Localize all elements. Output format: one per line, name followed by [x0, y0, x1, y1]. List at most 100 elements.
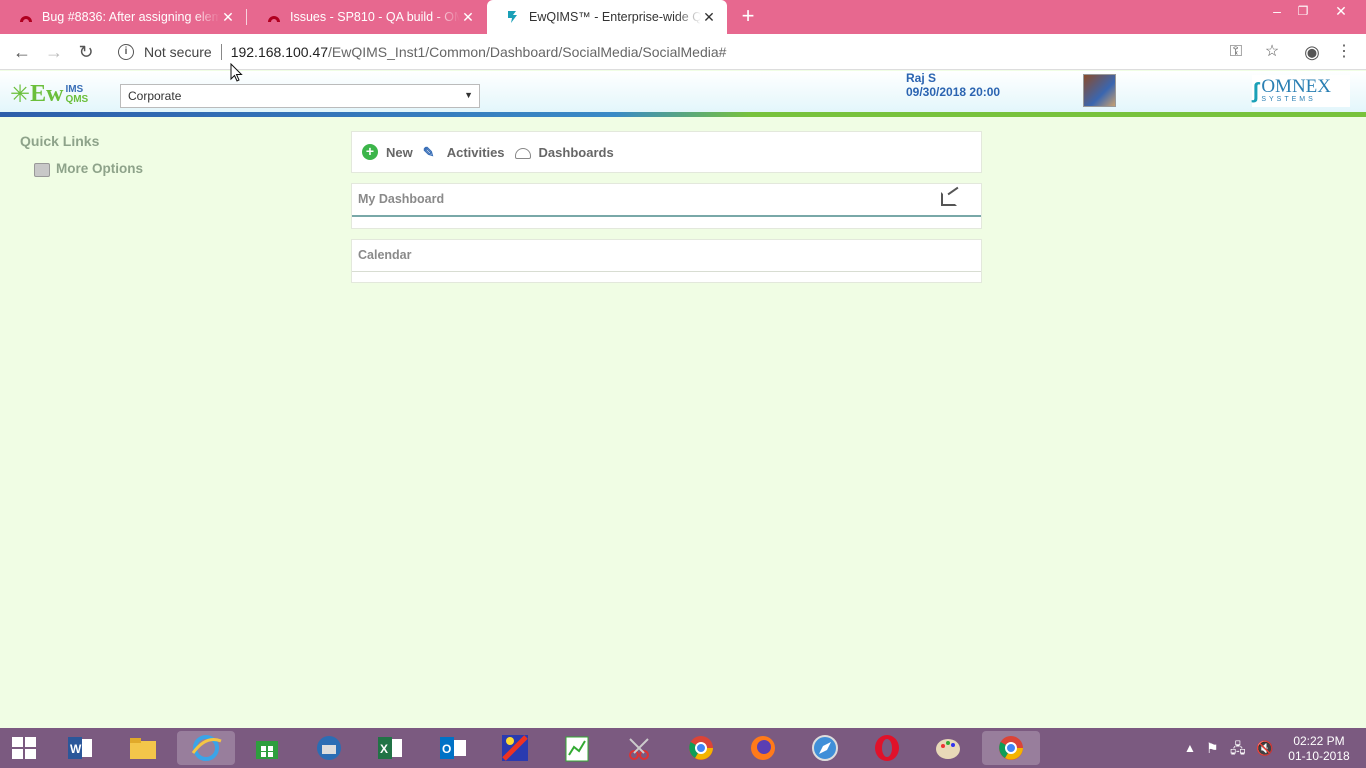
svg-text:O: O [442, 742, 451, 756]
svg-text:X: X [380, 742, 388, 756]
taskbar-clock[interactable]: 02:22 PM 01-10-2018 [1284, 734, 1354, 764]
browser-toolbar: ← → ↻ i Not secure 192.168.100.47/EwQIMS… [0, 34, 1366, 70]
close-window-button[interactable]: ✕ [1318, 0, 1364, 30]
printer-icon [34, 163, 50, 177]
url-separator [220, 44, 222, 60]
user-datetime: 09/30/2018 20:00 [906, 85, 1001, 99]
new-label: New [386, 144, 413, 160]
paint-palette-icon[interactable] [932, 731, 966, 765]
url-path: /EwQIMS_Inst1/Common/Dashboard/SocialMed… [328, 44, 727, 60]
calendar-title: Calendar [358, 248, 412, 262]
new-tab-button[interactable]: + [737, 5, 759, 28]
clock-date: 01-10-2018 [1288, 749, 1350, 763]
quick-links-title: Quick Links [20, 133, 100, 149]
close-icon[interactable]: ✕ [701, 9, 717, 26]
omnex-favicon [508, 11, 517, 23]
windows-taskbar: W X O ▲ ⚑ 🖧 🔇 02:22 PM 01-10-2018 [0, 728, 1366, 768]
clock-time: 02:22 PM [1293, 734, 1345, 748]
firefox-icon[interactable] [746, 731, 780, 765]
opera-icon[interactable] [870, 731, 904, 765]
more-options-label: More Options [56, 160, 143, 176]
brand-sub: SYSTEMS [1261, 96, 1316, 103]
my-dashboard-header: My Dashboard [352, 184, 981, 215]
brand-name: OMNEX [1261, 76, 1331, 97]
omnex-mark-icon: ʃ [1252, 78, 1260, 103]
logo-text: Ew [30, 81, 64, 107]
ewqims-logo[interactable]: ✳ Ew IMS QMS [10, 81, 88, 108]
panel-body [352, 272, 981, 284]
company-selected-value: Corporate [128, 89, 182, 103]
key-icon[interactable]: ⚿ [1224, 40, 1248, 64]
calendar-header: Calendar [352, 240, 981, 271]
activities-button[interactable]: ✎ Activities [423, 144, 505, 160]
new-button[interactable]: + New [362, 144, 413, 160]
tab-issues-sp810[interactable]: Issues - SP810 - QA build - OMN ✕ [248, 0, 486, 34]
star-icon[interactable]: ☆ [1260, 40, 1284, 64]
security-label: Not secure [144, 44, 212, 60]
app-header: ✳ Ew IMS QMS Corporate ▼ Raj S 09/30/201… [0, 71, 1366, 112]
avatar[interactable] [1083, 74, 1116, 107]
my-dashboard-title: My Dashboard [358, 192, 445, 206]
profile-icon[interactable]: ◉ [1300, 40, 1324, 64]
internet-explorer-icon[interactable] [177, 731, 235, 765]
company-select[interactable]: Corporate ▼ [120, 84, 480, 108]
browser-tab-strip: Bug #8836: After assigning elem ✕ Issues… [0, 0, 1366, 34]
tab-title: Issues - SP810 - QA build - OMN [290, 10, 460, 24]
chrome-active-icon[interactable] [982, 731, 1040, 765]
network-icon[interactable]: 🖧 [1230, 728, 1246, 768]
chrome-icon[interactable] [684, 731, 718, 765]
tab-ewqims[interactable]: EwQIMS™ - Enterprise-wide Qua ✕ [487, 0, 727, 34]
snipping-tool-icon[interactable] [622, 731, 656, 765]
word-icon[interactable]: W [64, 731, 98, 765]
info-icon[interactable]: i [118, 44, 134, 60]
store-icon[interactable] [250, 731, 284, 765]
logo-sub-bottom: QMS [65, 93, 89, 105]
menu-icon[interactable]: ⋮ [1332, 40, 1356, 64]
address-bar[interactable]: i Not secure 192.168.100.47/EwQIMS_Inst1… [108, 38, 1292, 66]
back-button[interactable]: ← [10, 40, 34, 64]
url-text[interactable]: 192.168.100.47/EwQIMS_Inst1/Common/Dashb… [231, 44, 727, 60]
mouse-cursor-icon [230, 63, 243, 82]
omnex-wordmark: OMNEX SYSTEMS [1261, 76, 1331, 104]
outlook-icon[interactable]: O [436, 731, 470, 765]
export-icon[interactable] [941, 192, 957, 206]
more-options-link[interactable]: More Options [34, 159, 143, 177]
redmine-icon [20, 16, 32, 22]
action-toolbar: + New ✎ Activities Dashboards [351, 131, 982, 173]
windows-start-icon[interactable] [12, 737, 36, 759]
activities-label: Activities [446, 144, 505, 160]
safari-icon[interactable] [808, 731, 842, 765]
volume-muted-icon[interactable]: 🔇 [1256, 728, 1273, 768]
header-divider [0, 112, 1366, 117]
dashboards-button[interactable]: Dashboards [514, 144, 614, 160]
tab-title: EwQIMS™ - Enterprise-wide Qua [529, 10, 701, 24]
logo-sub: IMS QMS [63, 84, 89, 105]
calendar-panel: Calendar [351, 239, 982, 283]
reload-button[interactable]: ↻ [74, 40, 98, 64]
panel-body [352, 217, 981, 229]
chevron-down-icon: ▼ [464, 90, 473, 100]
redmine-icon [268, 16, 280, 22]
tab-separator [246, 9, 247, 25]
sunburst-icon: ✳ [10, 80, 31, 108]
tab-title: Bug #8836: After assigning elem [42, 10, 220, 24]
user-name: Raj S [906, 71, 937, 85]
gauge-icon [514, 148, 531, 159]
url-host: 192.168.100.47 [230, 44, 329, 60]
tab-bug-8836[interactable]: Bug #8836: After assigning elem ✕ [0, 0, 246, 34]
chart-app-icon[interactable] [560, 731, 594, 765]
excel-icon[interactable]: X [374, 731, 408, 765]
file-explorer-icon[interactable] [126, 731, 160, 765]
close-icon[interactable]: ✕ [220, 9, 236, 26]
plus-icon: + [362, 144, 378, 160]
paint-app-icon[interactable] [498, 731, 532, 765]
my-dashboard-panel: My Dashboard [351, 183, 982, 229]
close-icon[interactable]: ✕ [460, 9, 476, 26]
action-center-flag-icon[interactable]: ⚑ [1206, 728, 1219, 768]
pencil-icon: ✎ [422, 144, 435, 160]
dashboards-label: Dashboards [538, 144, 614, 160]
omnex-logo: ʃ OMNEX SYSTEMS [1252, 75, 1350, 107]
chevron-up-icon[interactable]: ▲ [1184, 728, 1196, 768]
thunderbird-icon[interactable] [312, 731, 346, 765]
forward-button[interactable]: → [42, 40, 66, 64]
